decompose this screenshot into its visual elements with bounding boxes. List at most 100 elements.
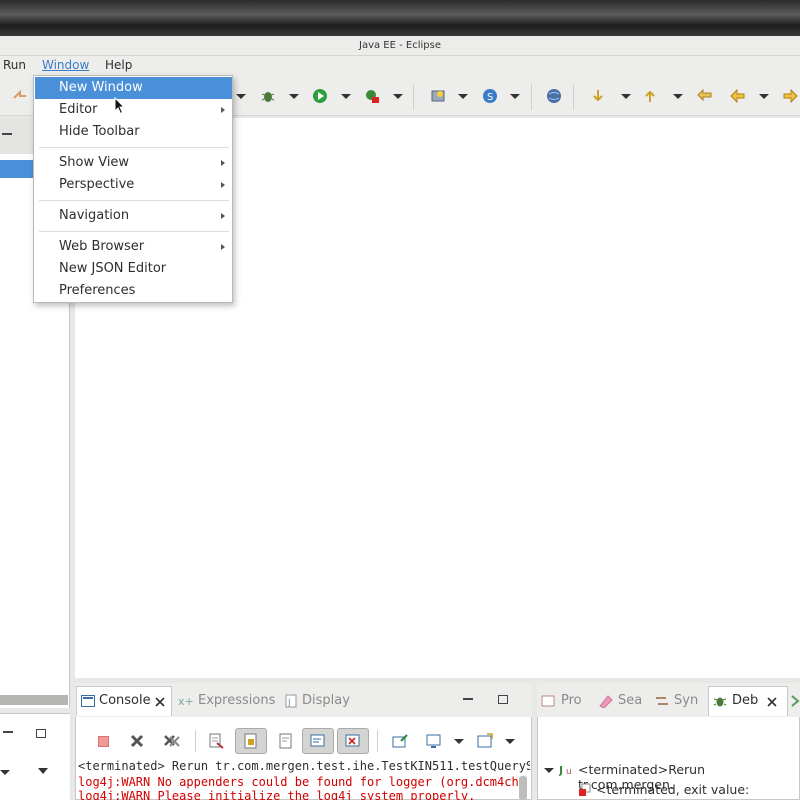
tab-synchronize[interactable]: Syn: [674, 693, 698, 708]
menu-item-editor[interactable]: Editor: [35, 99, 232, 121]
menu-item-perspective[interactable]: Perspective: [35, 174, 232, 196]
menu-run[interactable]: Run: [3, 58, 26, 72]
menu-item-hide-toolbar[interactable]: Hide Toolbar: [35, 121, 232, 143]
close-icon[interactable]: [155, 697, 165, 707]
svg-text:S: S: [487, 92, 493, 103]
junit-icon: Ju: [559, 764, 572, 777]
svg-text:u: u: [566, 767, 572, 777]
chevron-down-icon[interactable]: [505, 739, 515, 744]
chevron-down-icon[interactable]: [289, 94, 299, 99]
chevron-down-icon[interactable]: [393, 94, 403, 99]
chevron-down-icon[interactable]: [341, 94, 351, 99]
window-title: Java EE - Eclipse: [0, 36, 800, 56]
svg-text:J: J: [559, 764, 563, 777]
submenu-arrow-icon: [221, 213, 225, 219]
chevron-down-icon[interactable]: [673, 94, 683, 99]
terminate-icon[interactable]: [98, 736, 109, 747]
chevron-down-icon[interactable]: [0, 770, 10, 775]
toolbar-separator: [413, 84, 414, 110]
menu-separator: [39, 200, 229, 201]
submenu-arrow-icon: [221, 182, 225, 188]
left-bottom-view: [0, 713, 70, 800]
toolbar-separator: [377, 730, 378, 752]
remove-all-terminated-icon[interactable]: [163, 733, 181, 749]
coverage-icon[interactable]: [364, 88, 380, 104]
chevron-down-icon[interactable]: [454, 739, 464, 744]
menu-item-new-json-editor[interactable]: New JSON Editor: [35, 258, 232, 280]
next-annotation-icon[interactable]: [590, 88, 606, 104]
console-line-terminated: <terminated> Rerun tr.com.mergen.test.ih…: [78, 759, 530, 773]
more-views-icon[interactable]: [790, 694, 800, 708]
chevron-down-icon[interactable]: [236, 94, 246, 99]
new-service-icon[interactable]: S: [482, 88, 498, 104]
clear-console-icon[interactable]: [208, 733, 224, 749]
desktop-background: [0, 0, 800, 36]
chevron-down-icon[interactable]: [458, 94, 468, 99]
menu-item-label: Show View: [59, 155, 130, 170]
submenu-arrow-icon: [221, 160, 225, 166]
debug-bug-icon[interactable]: [260, 88, 276, 104]
word-wrap-icon[interactable]: [278, 733, 294, 749]
menu-window[interactable]: Window: [42, 58, 89, 72]
open-console-icon[interactable]: [477, 733, 493, 749]
pin-console-icon[interactable]: [392, 733, 408, 749]
scroll-lock-icon: [244, 733, 257, 749]
tab-expressions[interactable]: Expressions: [198, 693, 275, 708]
menu-item-label: Editor: [59, 102, 98, 117]
chevron-down-icon[interactable]: [621, 94, 631, 99]
chevron-down-icon[interactable]: [759, 94, 769, 99]
menu-help[interactable]: Help: [105, 58, 132, 72]
remove-launch-icon[interactable]: [130, 734, 144, 748]
menu-item-preferences[interactable]: Preferences: [35, 280, 232, 302]
tab-console-label: Console: [99, 693, 151, 708]
tab-display[interactable]: Display: [302, 693, 350, 708]
debug-bug-icon: [713, 697, 727, 707]
show-console-stderr-icon: [345, 734, 360, 747]
back-icon[interactable]: [730, 88, 746, 104]
globe-icon[interactable]: [546, 88, 562, 104]
view-scrollbar[interactable]: [0, 695, 68, 705]
svg-text:x+y: x+y: [178, 695, 194, 708]
menu-item-navigation[interactable]: Navigation: [35, 205, 232, 227]
last-edit-location-icon[interactable]: [697, 88, 713, 104]
close-icon[interactable]: [767, 697, 777, 707]
maximize-icon[interactable]: [36, 729, 46, 738]
menu-item-show-view[interactable]: Show View: [35, 152, 232, 174]
run-icon[interactable]: [312, 88, 328, 104]
new-server-icon[interactable]: [430, 88, 446, 104]
submenu-arrow-icon: [221, 107, 225, 113]
minimize-icon[interactable]: [463, 698, 473, 700]
tab-search[interactable]: Sea: [618, 693, 642, 708]
maximize-icon[interactable]: [498, 695, 508, 704]
tab-project-explorer[interactable]: Pro: [561, 693, 582, 708]
menu-item-label: Hide Toolbar: [59, 124, 140, 139]
console-scrollbar[interactable]: [519, 776, 527, 800]
menu-separator: [39, 231, 229, 232]
display-selected-console-icon[interactable]: [426, 733, 442, 749]
menu-item-new-window[interactable]: New Window: [35, 77, 232, 99]
tree-expand-icon[interactable]: [544, 768, 554, 773]
console-icon: [81, 695, 95, 707]
svg-text:J: J: [287, 698, 291, 708]
debug-tree-process[interactable]: <terminated, exit value: 0>/opt/j: [596, 782, 800, 800]
minimize-icon[interactable]: [3, 731, 13, 733]
run-last-tool-icon[interactable]: [12, 88, 28, 104]
menu-item-label: New JSON Editor: [59, 261, 167, 276]
previous-annotation-icon[interactable]: [642, 88, 658, 104]
chevron-down-icon[interactable]: [510, 94, 520, 99]
menu-item-label: Navigation: [59, 208, 130, 223]
console-line-warn-2: log4j:WARN Please initialize the log4j s…: [78, 789, 476, 800]
forward-icon[interactable]: [782, 88, 798, 104]
minimize-icon[interactable]: [2, 133, 12, 135]
tab-debug-label: Deb: [732, 693, 759, 708]
synchronize-icon: [656, 697, 668, 705]
menu-separator: [39, 147, 229, 148]
selected-tree-item[interactable]: [0, 160, 34, 178]
show-console-stdout-icon: [310, 734, 325, 747]
display-icon: J: [285, 694, 297, 708]
menu-item-web-browser[interactable]: Web Browser: [35, 236, 232, 258]
view-menu-icon[interactable]: [38, 768, 48, 774]
process-terminated-icon: [579, 783, 591, 796]
mouse-cursor-icon: [114, 97, 126, 115]
menu-item-label: Preferences: [59, 283, 136, 298]
